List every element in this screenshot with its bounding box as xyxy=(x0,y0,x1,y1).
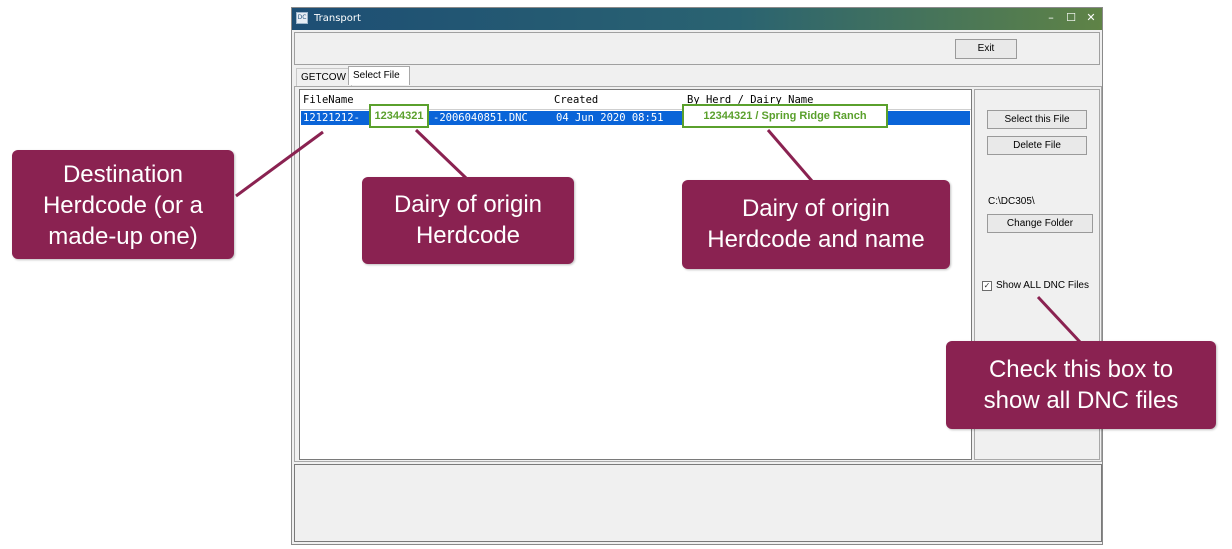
show-all-label[interactable]: Show ALL DNC Files xyxy=(996,280,1089,291)
column-filename[interactable]: FileName xyxy=(303,94,354,106)
origin-herdcode-highlight: 12344321 xyxy=(369,104,429,128)
created-cell: 04 Jun 2020 08:51 xyxy=(556,112,664,124)
callout-line: Check this box to xyxy=(988,356,1174,383)
callout-line: Dairy of origin xyxy=(393,191,543,218)
title-bar[interactable]: DC Transport – ☐ ✕ xyxy=(292,8,1102,30)
origin-herd-name-highlight: 12344321 / Spring Ridge Ranch xyxy=(682,104,888,128)
callout-show-all-files: Check this box to show all DNC files xyxy=(946,341,1216,429)
callout-origin-herd-name: Dairy of origin Herdcode and name xyxy=(682,180,950,269)
callout-origin-herdcode: Dairy of origin Herdcode xyxy=(362,177,574,264)
show-all-checkbox[interactable]: ✓ xyxy=(982,281,992,291)
close-icon[interactable]: ✕ xyxy=(1084,12,1098,24)
callout-line: show all DNC files xyxy=(983,387,1179,414)
toolbar: Exit xyxy=(294,32,1100,65)
column-created[interactable]: Created xyxy=(554,94,598,106)
transport-window: DC Transport – ☐ ✕ Exit GETCOW Select Fi… xyxy=(291,7,1103,545)
select-file-button[interactable]: Select this File xyxy=(987,110,1087,129)
callout-line: Destination xyxy=(62,161,184,188)
folder-path: C:\DC305\ xyxy=(988,196,1035,207)
minimize-icon[interactable]: – xyxy=(1044,12,1058,24)
change-folder-button[interactable]: Change Folder xyxy=(987,214,1093,233)
exit-button[interactable]: Exit xyxy=(955,39,1017,59)
file-list[interactable]: FileName Created By Herd / Dairy Name 12… xyxy=(299,89,972,460)
tab-select-file[interactable]: Select File xyxy=(348,66,410,85)
callout-line: Herdcode and name xyxy=(707,226,925,253)
delete-file-button[interactable]: Delete File xyxy=(987,136,1087,155)
callout-line: made-up one) xyxy=(48,223,198,250)
maximize-icon[interactable]: ☐ xyxy=(1064,12,1078,24)
message-area xyxy=(294,464,1102,542)
callout-line: Herdcode xyxy=(415,222,521,249)
filename-suffix: -2006040851.DNC xyxy=(433,112,528,124)
app-icon: DC xyxy=(296,12,308,24)
tab-getcow[interactable]: GETCOW xyxy=(296,68,352,87)
window-title: Transport xyxy=(314,13,361,24)
callout-destination-herdcode: Destination Herdcode (or a made-up one) xyxy=(12,150,234,259)
filename-prefix: 12121212- xyxy=(303,112,360,124)
callout-line: Dairy of origin xyxy=(741,195,891,222)
callout-line: Herdcode (or a xyxy=(42,192,204,219)
